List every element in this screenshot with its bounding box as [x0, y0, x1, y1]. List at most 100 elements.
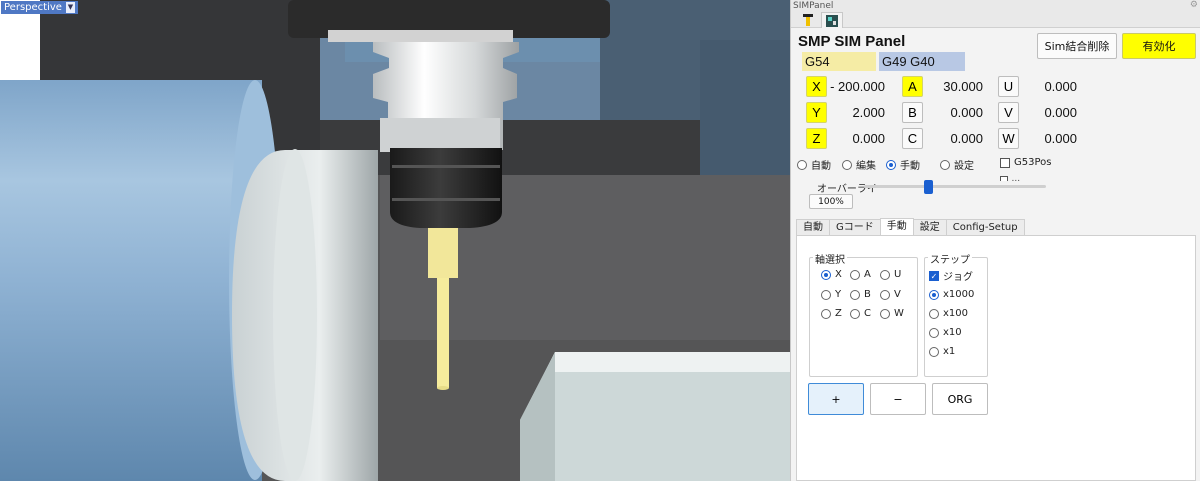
mode-radio-settings-label: 設定: [954, 161, 974, 172]
axis-w-button[interactable]: W: [998, 128, 1019, 149]
3d-viewport[interactable]: Perspective ▼: [0, 0, 790, 481]
tab-config-setup[interactable]: Config-Setup: [945, 219, 1025, 235]
axis-z-button[interactable]: Z: [806, 128, 827, 149]
radio-icon: [880, 289, 890, 300]
sim-delete-button[interactable]: Sim結合削除: [1037, 33, 1117, 59]
radio-icon: [797, 159, 807, 170]
axis-x-value: - 200.000: [830, 79, 885, 94]
hidden-option-label: ...: [1011, 174, 1021, 181]
axis-option-x[interactable]: X: [821, 269, 842, 280]
axis-a-button[interactable]: A: [902, 76, 923, 97]
radio-icon: [821, 289, 831, 300]
radio-icon: [850, 269, 860, 280]
checkbox-icon[interactable]: [1000, 176, 1008, 181]
mode-tabs: 自動 Gコード 手動 設定 Config-Setup: [796, 218, 1025, 235]
panel-tab-tool[interactable]: [797, 12, 819, 28]
override-slider-thumb[interactable]: [923, 180, 933, 194]
radio-icon: [821, 308, 831, 319]
jog-checkbox[interactable]: ✓ ジョグ: [929, 268, 973, 283]
panel-window-title: SIMPanel ⚙: [791, 0, 1200, 12]
machine-scene: [0, 0, 790, 481]
axis-c-value: 0.000: [950, 131, 983, 146]
step-x1000[interactable]: x1000: [929, 289, 974, 300]
step-x10-label: x10: [943, 327, 962, 338]
mode-radio-manual-label: 手動: [900, 161, 920, 172]
chevron-down-icon[interactable]: ▼: [65, 2, 75, 13]
mode-radio-edit-label: 編集: [856, 161, 876, 172]
radio-selected-icon: [886, 159, 896, 170]
axis-b-button[interactable]: B: [902, 102, 923, 123]
axis-option-b[interactable]: B: [850, 289, 871, 300]
mode-radio-auto[interactable]: 自動: [797, 157, 831, 172]
radio-icon: [929, 346, 939, 357]
step-label: ステップ: [928, 251, 972, 266]
tab-manual[interactable]: 手動: [879, 218, 914, 235]
axis-option-a[interactable]: A: [850, 269, 871, 280]
axis-option-c[interactable]: C: [850, 308, 871, 319]
enable-button[interactable]: 有効化: [1122, 33, 1196, 59]
axis-x-button[interactable]: X: [806, 76, 827, 97]
jog-minus-button[interactable]: −: [870, 383, 926, 415]
work-coord-display: G54: [802, 52, 876, 71]
gear-icon[interactable]: ⚙: [1190, 0, 1198, 11]
tab-auto[interactable]: 自動: [796, 219, 830, 235]
radio-selected-icon: [929, 289, 939, 300]
axis-option-w[interactable]: W: [880, 308, 904, 319]
viewport-label-text: Perspective: [4, 2, 62, 13]
axis-option-v-label: V: [894, 289, 901, 300]
step-x1-label: x1: [943, 346, 956, 357]
org-button[interactable]: ORG: [932, 383, 988, 415]
axis-z-value: 0.000: [852, 131, 885, 146]
jog-plus-button[interactable]: +: [808, 383, 864, 415]
modal-codes-display: G49 G40: [879, 52, 965, 71]
axis-b-value: 0.000: [950, 105, 983, 120]
mode-radio-auto-label: 自動: [811, 161, 831, 172]
axis-option-v[interactable]: V: [880, 289, 901, 300]
manual-tab-content: 軸選択 X A U Y B V Z C W ステップ ✓ ジョグ x1000 x1…: [796, 235, 1196, 481]
axis-v-button[interactable]: V: [998, 102, 1019, 123]
axis-y-button[interactable]: Y: [806, 102, 827, 123]
tab-settings[interactable]: 設定: [912, 219, 947, 235]
radio-selected-icon: [821, 269, 831, 280]
hidden-option-row: ...: [1000, 174, 1070, 181]
axis-option-y[interactable]: Y: [821, 289, 841, 300]
axis-y-value: 2.000: [852, 105, 885, 120]
axis-w-value: 0.000: [1044, 131, 1077, 146]
mode-radio-edit[interactable]: 編集: [842, 157, 876, 172]
override-slider-track[interactable]: [864, 185, 1046, 188]
radio-icon: [929, 327, 939, 338]
step-x1[interactable]: x1: [929, 346, 955, 357]
radio-icon: [850, 289, 860, 300]
axis-v-value: 0.000: [1044, 105, 1077, 120]
panel-title: SMP SIM Panel: [798, 33, 906, 50]
step-x100-label: x100: [943, 308, 969, 319]
jog-label: ジョグ: [943, 272, 973, 283]
axis-option-a-label: A: [864, 269, 871, 280]
g53pos-checkbox[interactable]: G53Pos: [1000, 157, 1051, 168]
radio-icon: [880, 308, 890, 319]
radio-icon: [850, 308, 860, 319]
checkbox-checked-icon: ✓: [929, 270, 939, 281]
axis-c-button[interactable]: C: [902, 128, 923, 149]
radio-icon: [940, 159, 950, 170]
checkbox-icon: [1000, 157, 1010, 168]
axis-option-u-label: U: [894, 269, 902, 280]
g53pos-label: G53Pos: [1014, 157, 1052, 168]
tab-gcode[interactable]: Gコード: [829, 219, 881, 235]
axis-select-label: 軸選択: [813, 251, 847, 266]
axis-option-y-label: Y: [835, 289, 842, 300]
axis-option-u[interactable]: U: [880, 269, 901, 280]
axis-option-z[interactable]: Z: [821, 308, 842, 319]
override-value: 100%: [809, 194, 853, 209]
panel-tab-sim[interactable]: [821, 12, 843, 28]
step-x100[interactable]: x100: [929, 308, 968, 319]
mode-radio-manual[interactable]: 手動: [886, 157, 920, 172]
viewport-label[interactable]: Perspective ▼: [1, 1, 78, 14]
axis-option-z-label: Z: [835, 308, 842, 319]
axis-u-button[interactable]: U: [998, 76, 1019, 97]
mode-radio-settings[interactable]: 設定: [940, 157, 974, 172]
axis-option-w-label: W: [894, 308, 904, 319]
axis-a-value: 30.000: [943, 79, 983, 94]
radio-icon: [929, 308, 939, 319]
step-x10[interactable]: x10: [929, 327, 962, 338]
